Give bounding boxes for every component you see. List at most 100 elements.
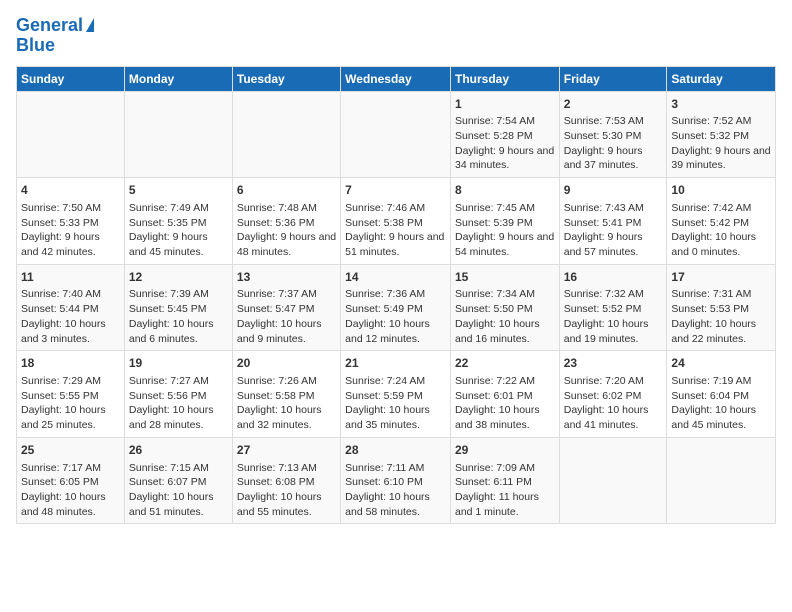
day-info: Sunrise: 7:17 AM Sunset: 6:05 PM Dayligh…: [21, 461, 120, 520]
day-info: Sunrise: 7:34 AM Sunset: 5:50 PM Dayligh…: [455, 287, 555, 346]
day-number: 21: [345, 355, 446, 372]
day-number: 15: [455, 269, 555, 286]
calendar-cell: 21Sunrise: 7:24 AM Sunset: 5:59 PM Dayli…: [341, 351, 451, 438]
calendar-cell: 14Sunrise: 7:36 AM Sunset: 5:49 PM Dayli…: [341, 264, 451, 351]
day-info: Sunrise: 7:39 AM Sunset: 5:45 PM Dayligh…: [129, 287, 228, 346]
day-number: 6: [237, 182, 336, 199]
calendar-cell: 22 Sunrise: 7:22 AM Sunset: 6:01 PM Dayli…: [450, 351, 559, 438]
day-info: Sunrise: 7:13 AM Sunset: 6:08 PM Dayligh…: [237, 461, 336, 520]
calendar-cell: [667, 437, 776, 524]
day-info: Sunrise: 7:29 AM Sunset: 5:55 PM Dayligh…: [21, 374, 120, 433]
day-header-saturday: Saturday: [667, 66, 776, 91]
calendar-cell: 19 Sunrise: 7:27 AM Sunset: 5:56 PM Dayli…: [124, 351, 232, 438]
calendar-cell: 23 Sunrise: 7:20 AM Sunset: 6:02 PM Dayli…: [559, 351, 667, 438]
day-number: 9: [564, 182, 663, 199]
day-number: 7: [345, 182, 446, 199]
calendar-cell: 18Sunrise: 7:29 AM Sunset: 5:55 PM Dayli…: [17, 351, 125, 438]
calendar-cell: [232, 91, 340, 178]
calendar-cell: 20Sunrise: 7:26 AM Sunset: 5:58 PM Dayli…: [232, 351, 340, 438]
day-info: Sunrise: 7:53 AM Sunset: 5:30 PM Dayligh…: [564, 114, 663, 173]
day-info: Sunrise: 7:45 AM Sunset: 5:39 PM Dayligh…: [455, 201, 555, 260]
calendar-cell: 4Sunrise: 7:50 AM Sunset: 5:33 PM Daylig…: [17, 178, 125, 265]
day-number: 20: [237, 355, 336, 372]
calendar-cell: [341, 91, 451, 178]
day-number: 14: [345, 269, 446, 286]
calendar-cell: 25 Sunrise: 7:17 AM Sunset: 6:05 PM Dayli…: [17, 437, 125, 524]
day-number: 26: [129, 442, 228, 459]
calendar-cell: 10 Sunrise: 7:42 AM Sunset: 5:42 PM Dayli…: [667, 178, 776, 265]
calendar-body: 1Sunrise: 7:54 AM Sunset: 5:28 PM Daylig…: [17, 91, 776, 524]
page-header: General Blue: [16, 16, 776, 56]
day-number: 10: [671, 182, 771, 199]
calendar-cell: 24 Sunrise: 7:19 AM Sunset: 6:04 PM Dayli…: [667, 351, 776, 438]
day-info: Sunrise: 7:11 AM Sunset: 6:10 PM Dayligh…: [345, 461, 446, 520]
day-info: Sunrise: 7:20 AM Sunset: 6:02 PM Dayligh…: [564, 374, 663, 433]
calendar-cell: 3Sunrise: 7:52 AM Sunset: 5:32 PM Daylig…: [667, 91, 776, 178]
day-info: Sunrise: 7:15 AM Sunset: 6:07 PM Dayligh…: [129, 461, 228, 520]
day-number: 3: [671, 96, 771, 113]
day-number: 23: [564, 355, 663, 372]
calendar-week-2: 4Sunrise: 7:50 AM Sunset: 5:33 PM Daylig…: [17, 178, 776, 265]
day-header-tuesday: Tuesday: [232, 66, 340, 91]
day-info: Sunrise: 7:49 AM Sunset: 5:35 PM Dayligh…: [129, 201, 228, 260]
calendar-cell: 9 Sunrise: 7:43 AM Sunset: 5:41 PM Daylig…: [559, 178, 667, 265]
day-info: Sunrise: 7:19 AM Sunset: 6:04 PM Dayligh…: [671, 374, 771, 433]
day-number: 24: [671, 355, 771, 372]
calendar-cell: [124, 91, 232, 178]
day-info: Sunrise: 7:54 AM Sunset: 5:28 PM Dayligh…: [455, 114, 555, 173]
day-number: 12: [129, 269, 228, 286]
calendar-header: SundayMondayTuesdayWednesdayThursdayFrid…: [17, 66, 776, 91]
day-number: 11: [21, 269, 120, 286]
calendar-cell: 5 Sunrise: 7:49 AM Sunset: 5:35 PM Daylig…: [124, 178, 232, 265]
calendar-cell: 8 Sunrise: 7:45 AM Sunset: 5:39 PM Daylig…: [450, 178, 559, 265]
calendar-cell: 27 Sunrise: 7:13 AM Sunset: 6:08 PM Dayli…: [232, 437, 340, 524]
logo-text-blue: Blue: [16, 36, 55, 56]
day-number: 29: [455, 442, 555, 459]
day-number: 27: [237, 442, 336, 459]
day-header-sunday: Sunday: [17, 66, 125, 91]
calendar-cell: 29 Sunrise: 7:09 AM Sunset: 6:11 PM Dayli…: [450, 437, 559, 524]
day-number: 16: [564, 269, 663, 286]
calendar-cell: 26 Sunrise: 7:15 AM Sunset: 6:07 PM Dayli…: [124, 437, 232, 524]
day-info: Sunrise: 7:48 AM Sunset: 5:36 PM Dayligh…: [237, 201, 336, 260]
day-number: 2: [564, 96, 663, 113]
calendar-week-4: 18Sunrise: 7:29 AM Sunset: 5:55 PM Dayli…: [17, 351, 776, 438]
day-number: 8: [455, 182, 555, 199]
day-info: Sunrise: 7:43 AM Sunset: 5:41 PM Dayligh…: [564, 201, 663, 260]
calendar-cell: 15Sunrise: 7:34 AM Sunset: 5:50 PM Dayli…: [450, 264, 559, 351]
day-number: 19: [129, 355, 228, 372]
calendar-cell: [559, 437, 667, 524]
day-number: 25: [21, 442, 120, 459]
day-number: 17: [671, 269, 771, 286]
calendar-cell: 7 Sunrise: 7:46 AM Sunset: 5:38 PM Daylig…: [341, 178, 451, 265]
day-info: Sunrise: 7:31 AM Sunset: 5:53 PM Dayligh…: [671, 287, 771, 346]
day-header-thursday: Thursday: [450, 66, 559, 91]
day-number: 5: [129, 182, 228, 199]
calendar-cell: 16Sunrise: 7:32 AM Sunset: 5:52 PM Dayli…: [559, 264, 667, 351]
calendar-cell: 2Sunrise: 7:53 AM Sunset: 5:30 PM Daylig…: [559, 91, 667, 178]
logo: General Blue: [16, 16, 94, 56]
calendar-cell: 12Sunrise: 7:39 AM Sunset: 5:45 PM Dayli…: [124, 264, 232, 351]
day-info: Sunrise: 7:22 AM Sunset: 6:01 PM Dayligh…: [455, 374, 555, 433]
day-number: 4: [21, 182, 120, 199]
day-info: Sunrise: 7:09 AM Sunset: 6:11 PM Dayligh…: [455, 461, 555, 520]
calendar-table: SundayMondayTuesdayWednesdayThursdayFrid…: [16, 66, 776, 525]
day-number: 1: [455, 96, 555, 113]
day-info: Sunrise: 7:52 AM Sunset: 5:32 PM Dayligh…: [671, 114, 771, 173]
day-info: Sunrise: 7:27 AM Sunset: 5:56 PM Dayligh…: [129, 374, 228, 433]
day-info: Sunrise: 7:40 AM Sunset: 5:44 PM Dayligh…: [21, 287, 120, 346]
calendar-cell: 11Sunrise: 7:40 AM Sunset: 5:44 PM Dayli…: [17, 264, 125, 351]
calendar-cell: 6 Sunrise: 7:48 AM Sunset: 5:36 PM Daylig…: [232, 178, 340, 265]
day-number: 13: [237, 269, 336, 286]
day-number: 28: [345, 442, 446, 459]
calendar-week-3: 11Sunrise: 7:40 AM Sunset: 5:44 PM Dayli…: [17, 264, 776, 351]
day-header-monday: Monday: [124, 66, 232, 91]
day-header-friday: Friday: [559, 66, 667, 91]
calendar-cell: [17, 91, 125, 178]
day-info: Sunrise: 7:46 AM Sunset: 5:38 PM Dayligh…: [345, 201, 446, 260]
day-info: Sunrise: 7:42 AM Sunset: 5:42 PM Dayligh…: [671, 201, 771, 260]
calendar-cell: 13Sunrise: 7:37 AM Sunset: 5:47 PM Dayli…: [232, 264, 340, 351]
calendar-week-5: 25 Sunrise: 7:17 AM Sunset: 6:05 PM Dayli…: [17, 437, 776, 524]
day-number: 22: [455, 355, 555, 372]
day-info: Sunrise: 7:37 AM Sunset: 5:47 PM Dayligh…: [237, 287, 336, 346]
